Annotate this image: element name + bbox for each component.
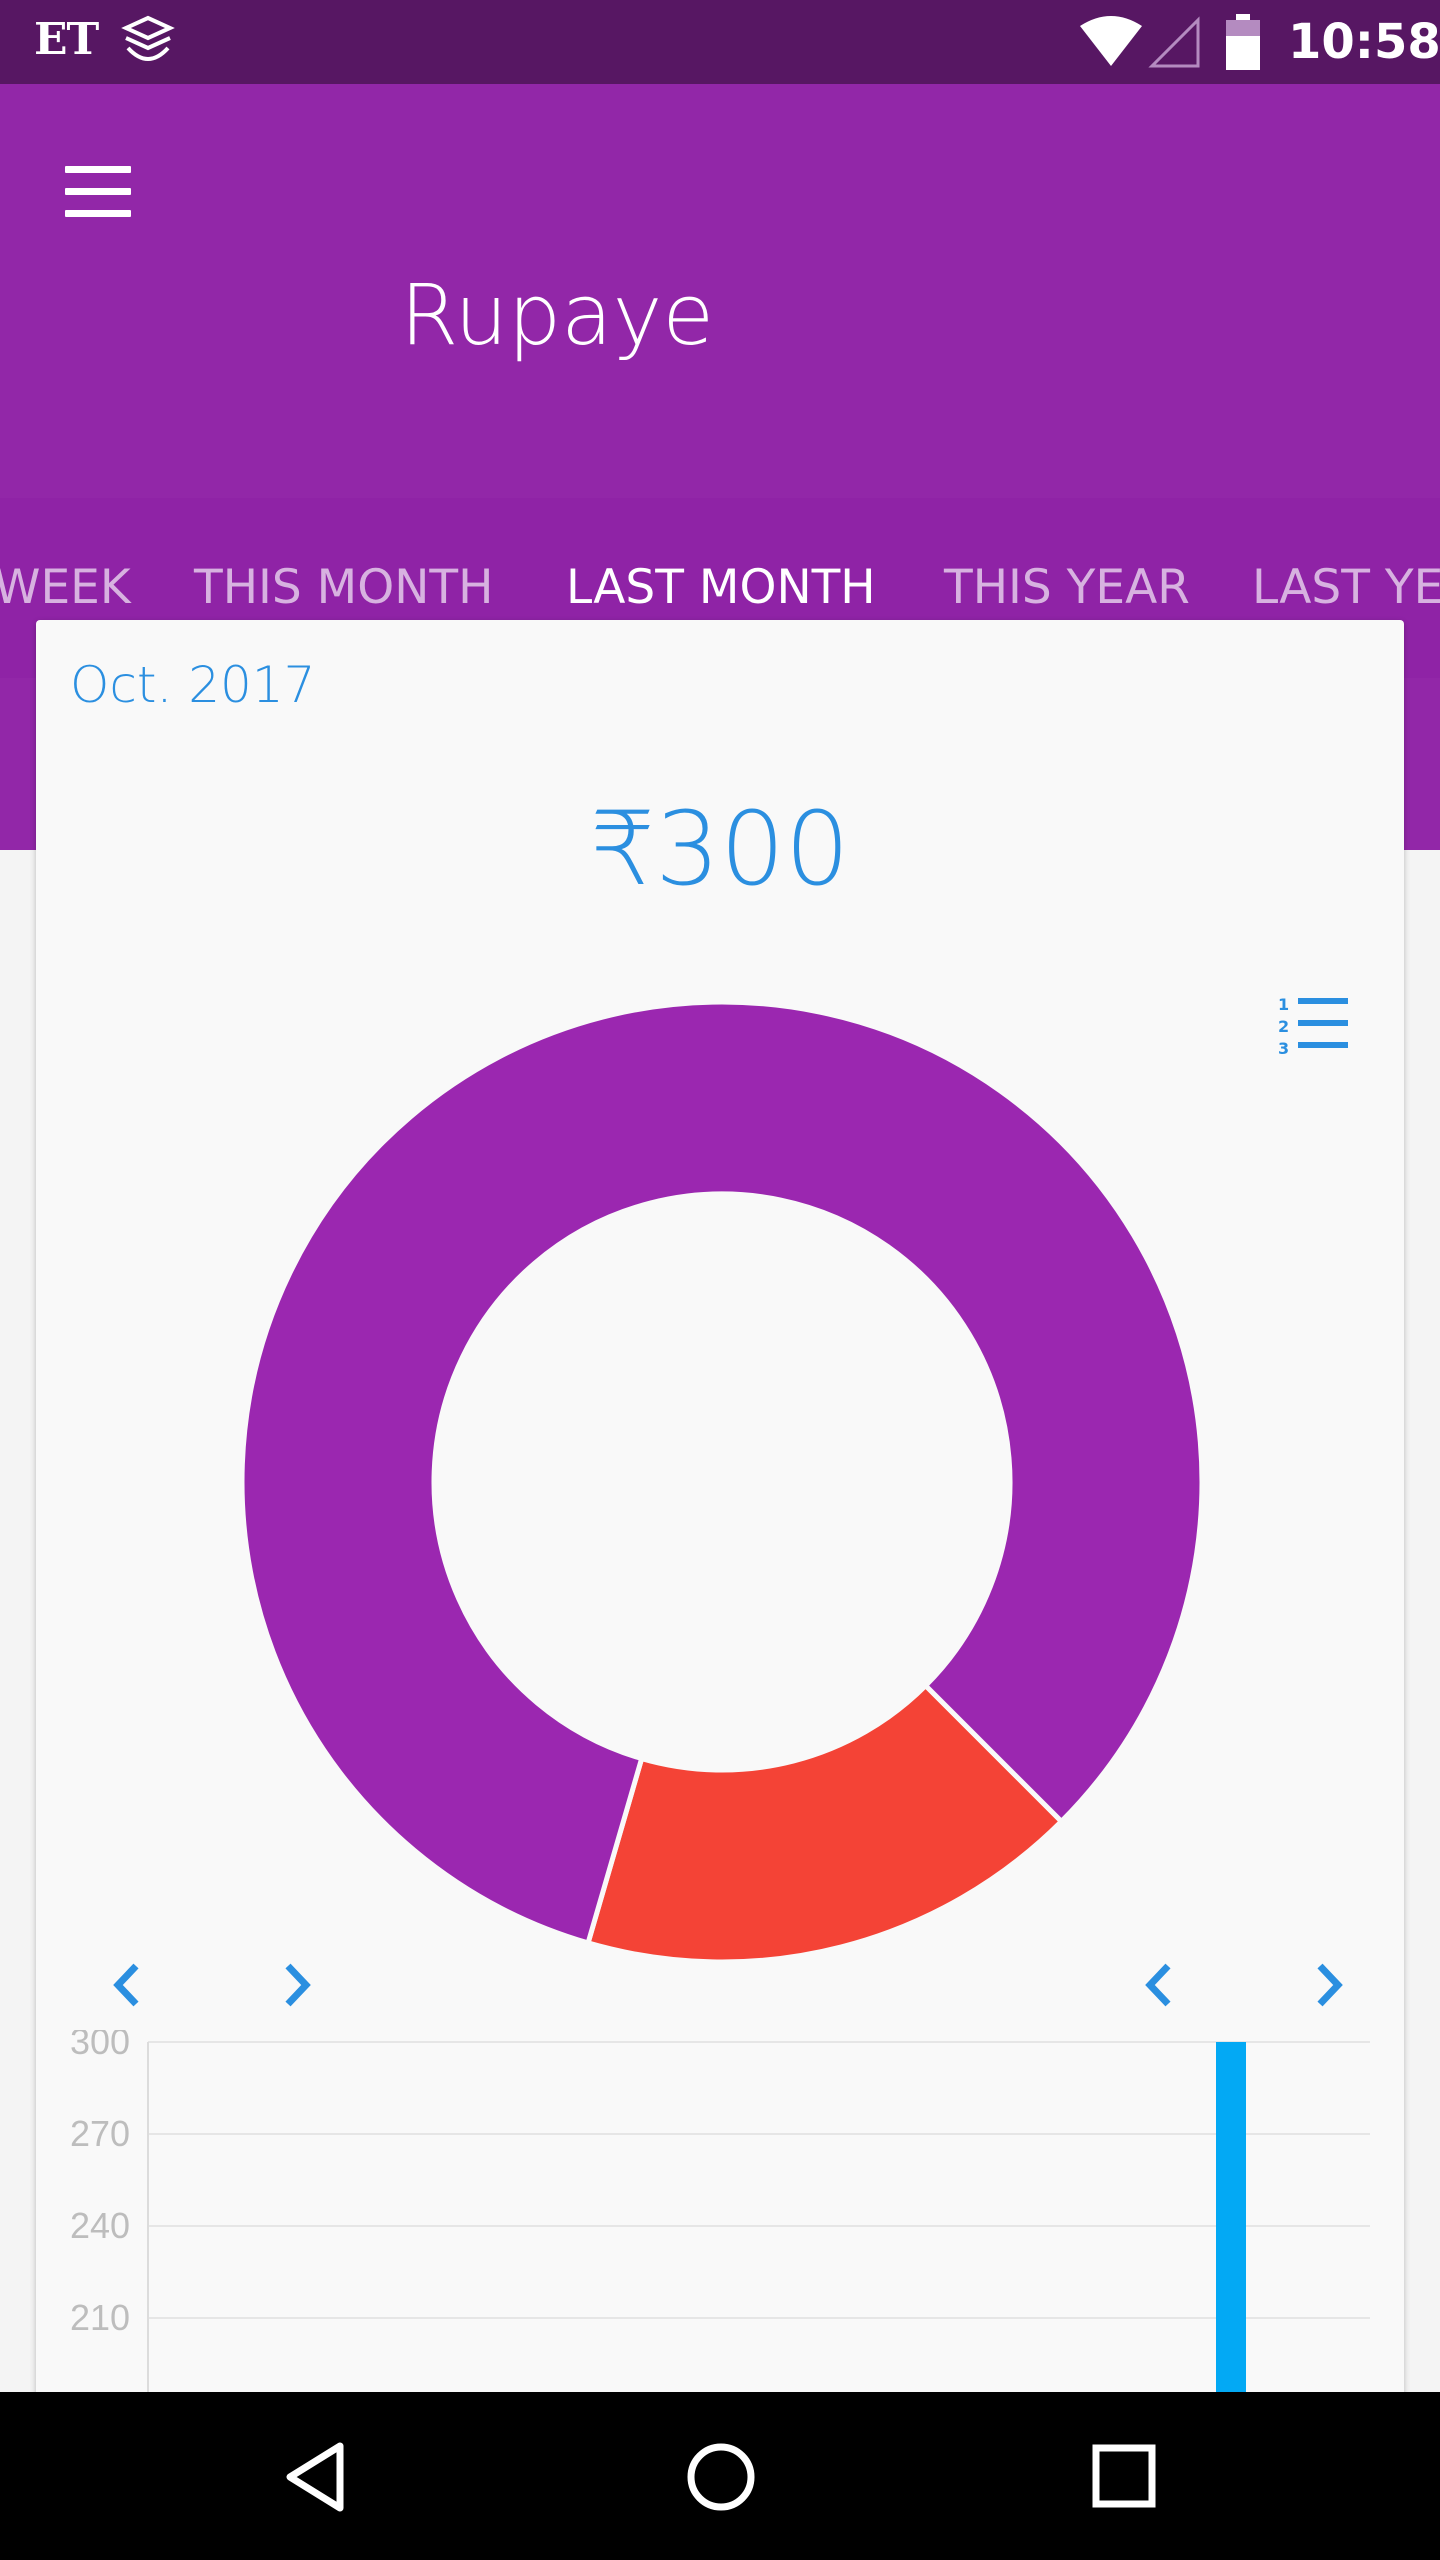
tab-last-month[interactable]: LAST MONTH: [566, 560, 876, 615]
carrier-label: ET: [34, 14, 99, 65]
status-bar: ET 10:58: [0, 0, 1440, 84]
chevron-right-icon[interactable]: [266, 1950, 326, 2020]
hamburger-menu-icon[interactable]: [48, 142, 148, 242]
svg-text:3: 3: [1278, 1039, 1289, 1058]
chevron-right-icon[interactable]: [1298, 1950, 1358, 2020]
svg-text:1: 1: [1278, 995, 1289, 1014]
wifi-icon: [1080, 16, 1142, 66]
system-nav-bar: [0, 2392, 1440, 2560]
tab-week[interactable]: WEEK: [0, 560, 131, 615]
battery-icon: [1226, 14, 1260, 70]
home-circle-icon[interactable]: [676, 2432, 766, 2522]
tab-this-month[interactable]: THIS MONTH: [194, 560, 493, 615]
numbered-list-icon[interactable]: 1 2 3: [1276, 990, 1356, 1060]
period-label: Oct. 2017: [70, 656, 316, 714]
app-title: Rupaye: [400, 266, 715, 364]
y-tick-label: 240: [70, 2205, 130, 2246]
tab-this-year[interactable]: THIS YEAR: [944, 560, 1190, 615]
donut-chart: [239, 999, 1205, 1965]
y-tick-label: 270: [70, 2113, 130, 2154]
tab-last-year[interactable]: LAST YEA: [1252, 560, 1440, 615]
signal-icon: [1148, 16, 1200, 68]
back-triangle-icon[interactable]: [276, 2432, 366, 2522]
y-tick-label: 300: [70, 2030, 130, 2062]
y-tick-label: 210: [70, 2297, 130, 2338]
svg-text:2: 2: [1278, 1017, 1289, 1036]
clock: 10:58: [1288, 14, 1440, 70]
total-amount: ₹300: [590, 790, 850, 909]
chevron-left-icon[interactable]: [1130, 1950, 1190, 2020]
app-notification-icon: [121, 15, 175, 61]
recents-square-icon[interactable]: [1080, 2432, 1170, 2522]
chevron-left-icon[interactable]: [98, 1950, 158, 2020]
summary-card: Oct. 2017 ₹300 1 2 3 300 270 240 210: [36, 620, 1404, 2560]
